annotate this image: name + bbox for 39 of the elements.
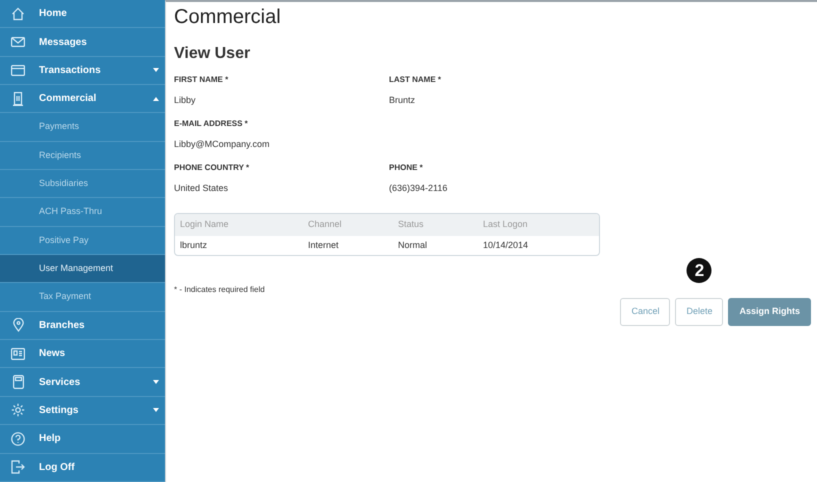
envelope-icon [11, 37, 25, 48]
table-cell-text: lbruntz [180, 238, 208, 252]
step-callout: 2 [686, 258, 712, 283]
building-icon [13, 92, 23, 106]
card-icon [11, 64, 25, 76]
table-cell-text: Normal [398, 238, 428, 252]
column-header: Status [398, 218, 425, 232]
logout-icon [11, 460, 25, 474]
column-header: Login Name [180, 218, 230, 232]
field-label: E-MAIL ADDRESS * [174, 119, 249, 129]
nav-subitem[interactable]: User Management [0, 255, 165, 284]
column-header: Last Logon [483, 218, 529, 232]
table-cell-text: 10/14/2014 [483, 238, 530, 252]
column-header: Channel [308, 218, 343, 232]
home-icon [11, 6, 25, 21]
page-title: Commercial [174, 5, 282, 29]
field-label: FIRST NAME * [174, 75, 230, 85]
field-label: PHONE COUNTRY * [174, 163, 250, 173]
field-value: United States [174, 183, 230, 194]
secondary-button[interactable]: Cancel [620, 298, 670, 326]
field-value: Bruntz [389, 95, 416, 106]
location-pin-icon [12, 318, 24, 332]
field-value: Libby [174, 95, 197, 106]
required-note: * - Indicates required field [174, 284, 266, 296]
nav-subitem[interactable]: Recipients [0, 142, 165, 170]
newspaper-icon [11, 348, 25, 360]
nav-item[interactable]: Log Off [0, 454, 165, 482]
primary-button[interactable]: Assign Rights [728, 298, 811, 326]
settings-icon [11, 403, 25, 418]
section-heading: View User [174, 44, 252, 64]
field-value: (636)394-2116 [389, 183, 448, 194]
secondary-button[interactable]: Delete [675, 298, 724, 326]
field-value: Libby@MCompany.com [174, 139, 271, 150]
field-label: LAST NAME * [389, 75, 442, 85]
nav-item[interactable]: Transactions [0, 56, 165, 86]
field-label: PHONE * [389, 163, 424, 173]
help-icon [11, 432, 25, 446]
calculator-icon [12, 375, 24, 390]
table-cell-text: Internet [308, 238, 340, 252]
